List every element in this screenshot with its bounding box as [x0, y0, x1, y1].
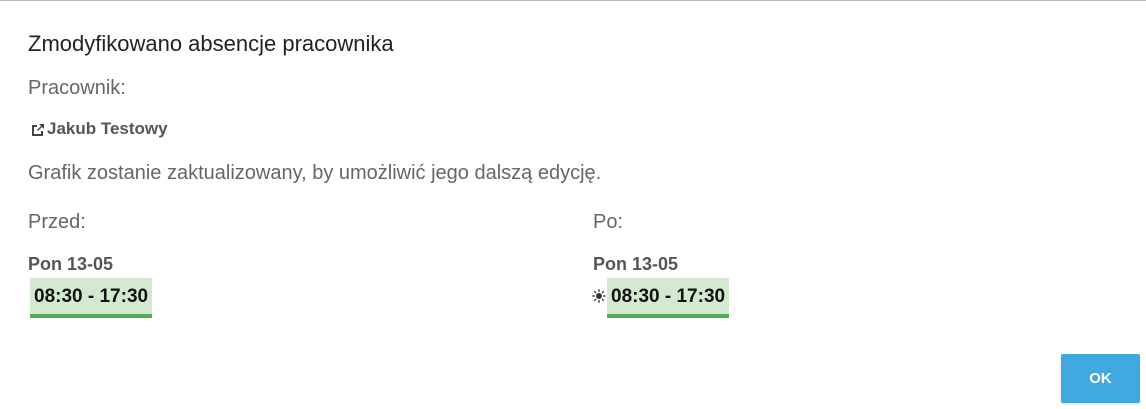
after-day: Pon 13-05 — [593, 254, 679, 274]
employee-label: Pracownik: — [28, 77, 126, 99]
ok-button[interactable]: OK — [1061, 354, 1140, 403]
dialog-title: Zmodyfikowano absencje pracownika — [28, 31, 394, 56]
after-label: Po: — [593, 211, 624, 233]
sun-icon — [592, 289, 606, 303]
before-shift: 08:30 - 17:30 — [30, 278, 153, 318]
update-message: Grafik zostanie zaktualizowany, by umożl… — [28, 162, 602, 184]
before-label: Przed: — [28, 211, 86, 233]
employee-name: Jakub Testowy — [47, 119, 168, 138]
before-day: Pon 13-05 — [28, 254, 114, 274]
employee-link[interactable]: Jakub Testowy — [31, 119, 168, 139]
absence-modified-dialog: Zmodyfikowano absencje pracownika Pracow… — [0, 0, 1146, 409]
external-link-icon — [31, 122, 45, 136]
after-shift: 08:30 - 17:30 — [607, 278, 730, 318]
